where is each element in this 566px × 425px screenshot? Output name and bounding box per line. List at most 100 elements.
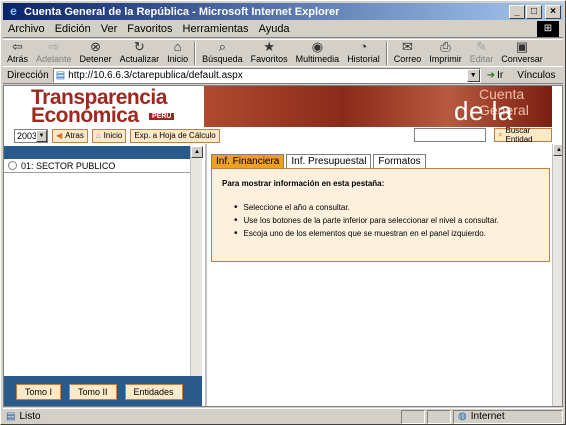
forward-arrow-icon: ⇨ — [48, 39, 60, 54]
zone-label: Internet — [470, 411, 505, 422]
export-label: Exp. a Hoja de Cálculo — [134, 131, 216, 140]
edit-label: Editar — [469, 54, 494, 64]
home-button[interactable]: ⌂ Inicio — [163, 40, 192, 66]
status-cell — [427, 409, 451, 424]
back-arrow-icon: ⇦ — [12, 39, 23, 54]
home-icon: ⌂ — [173, 39, 182, 54]
page-viewport: Transparencia Económica PERU Cuenta Gene… — [3, 85, 563, 407]
inicio-button[interactable]: ⌂ Inicio — [91, 128, 127, 143]
refresh-label: Actualizar — [119, 54, 160, 64]
tree-radio[interactable] — [8, 161, 17, 170]
tab-inf-presupuestal[interactable]: Inf. Presupuestal — [286, 154, 372, 168]
left-scrollbar[interactable]: ▲ — [190, 146, 203, 390]
stop-icon: ⊗ — [90, 39, 102, 54]
window-title: Cuenta General de la República - Microso… — [24, 5, 340, 18]
print-button[interactable]: ⎙ Imprimir — [425, 40, 466, 66]
status-text: ▤ Listo — [3, 411, 399, 422]
tomo-ii-button[interactable]: Tomo II — [69, 384, 117, 400]
mail-icon: ✉ — [402, 39, 413, 54]
left-panel-header — [4, 146, 190, 159]
tomo-i-button[interactable]: Tomo I — [16, 384, 62, 400]
scroll-up-icon[interactable]: ▲ — [553, 144, 562, 156]
close-button[interactable]: × — [545, 4, 561, 19]
inicio-label: Inicio — [103, 131, 123, 140]
history-button[interactable]: ◔ Historial — [343, 40, 384, 66]
site-banner: Transparencia Económica PERU Cuenta Gene… — [4, 86, 552, 127]
maximize-button[interactable]: □ — [526, 4, 542, 19]
tab-formatos[interactable]: Formatos — [373, 154, 426, 168]
links-button[interactable]: Vínculos — [517, 70, 555, 81]
search-entity-button[interactable]: ⌕ Buscar Entidad — [494, 126, 552, 144]
printer-icon: ⎙ — [440, 39, 451, 54]
tree-item[interactable]: 01: SECTOR PUBLICO — [4, 159, 190, 173]
left-panel-footer: Tomo I Tomo II Entidades — [4, 376, 202, 406]
export-button[interactable]: Exp. a Hoja de Cálculo — [130, 128, 220, 143]
scroll-up-icon[interactable]: ▲ — [191, 146, 203, 158]
favorites-icon: ★ — [263, 39, 275, 54]
search-button[interactable]: ⌕ Búsqueda — [198, 40, 247, 66]
menu-ayuda[interactable]: Ayuda — [254, 23, 295, 35]
go-label: Ir — [497, 69, 504, 81]
go-arrow-icon: ➜ — [486, 69, 496, 81]
brand-line2: Económica — [31, 104, 139, 127]
search-entity-label: Buscar Entidad — [505, 126, 533, 144]
back-button[interactable]: ⇦ Atrás — [3, 40, 32, 66]
menu-bar: Archivo Edición Ver Favoritos Herramient… — [3, 21, 563, 38]
address-input[interactable]: ▤ http://10.6.6.3/ctarepublica/default.a… — [52, 67, 481, 83]
mail-button[interactable]: ✉ Correo — [390, 40, 426, 66]
info-bullet: Seleccione el año a consultar. — [234, 202, 499, 213]
back-icon: ◀ — [56, 131, 63, 140]
menu-edicion[interactable]: Edición — [50, 23, 96, 35]
refresh-button[interactable]: ↻ Actualizar — [116, 40, 164, 66]
edit-button[interactable]: ✎ Editar — [466, 40, 498, 66]
status-label: Listo — [19, 411, 41, 422]
tab-strip: Inf. Financiera Inf. Presupuestal Format… — [211, 154, 428, 168]
search-label: Búsqueda — [202, 54, 243, 64]
entity-search-input[interactable] — [414, 128, 486, 142]
multimedia-icon: ◉ — [311, 39, 324, 54]
banner-header: Cuenta General de la República — [204, 86, 552, 127]
menu-favoritos[interactable]: Favoritos — [122, 23, 177, 35]
multimedia-label: Multimedia — [295, 54, 340, 64]
page-status-icon: ▤ — [6, 411, 16, 422]
home-label: Inicio — [167, 54, 189, 64]
title-bar: e Cuenta General de la República - Micro… — [3, 3, 563, 20]
info-list: Seleccione el año a consultar. Use los b… — [234, 202, 499, 241]
control-row: 2003 ▼ ◀ Atras ⌂ Inicio Exp. a Hoja de C… — [4, 126, 552, 144]
entidades-button[interactable]: Entidades — [124, 384, 183, 400]
atras-button[interactable]: ◀ Atras — [52, 128, 88, 143]
status-cell — [401, 409, 425, 424]
menu-ver[interactable]: Ver — [96, 23, 123, 35]
globe-icon: ◍ — [458, 411, 467, 422]
favorites-label: Favoritos — [250, 54, 288, 64]
menu-herramientas[interactable]: Herramientas — [178, 23, 254, 35]
security-zone: ◍ Internet — [453, 409, 563, 424]
menu-archivo[interactable]: Archivo — [3, 23, 50, 35]
minimize-button[interactable]: _ — [509, 4, 525, 19]
address-bar: Dirección ▤ http://10.6.6.3/ctarepublica… — [3, 66, 563, 84]
tree-item-label: 01: SECTOR PUBLICO — [21, 160, 116, 171]
address-label: Dirección — [7, 69, 49, 81]
page-icon: ▤ — [55, 69, 66, 81]
chevron-down-icon: ▼ — [36, 129, 47, 142]
brand-badge: PERU — [149, 113, 175, 120]
history-icon: ◔ — [359, 39, 368, 54]
address-dropdown-icon[interactable]: ▼ — [466, 68, 480, 82]
favorites-button[interactable]: ★ Favoritos — [247, 40, 292, 66]
year-select[interactable]: 2003 ▼ — [14, 128, 48, 143]
tab-inf-financiera[interactable]: Inf. Financiera — [211, 154, 285, 168]
ie-logo-icon: e — [10, 4, 17, 18]
print-label: Imprimir — [429, 54, 462, 64]
stop-button[interactable]: ⊗ Detener — [76, 40, 116, 66]
back-label: Atrás — [7, 54, 29, 64]
address-url: http://10.6.6.3/ctarepublica/default.asp… — [68, 69, 243, 81]
toolbar: ⇦ Atrás ⇨ Adelante ⊗ Detener ↻ Actualiza… — [3, 39, 563, 65]
toolbar-separator — [385, 41, 388, 65]
left-panel: 01: SECTOR PUBLICO ▲ Tomo I Tomo II Enti… — [4, 144, 203, 406]
forward-button[interactable]: ⇨ Adelante — [32, 40, 76, 66]
main-scrollbar[interactable]: ▲ — [552, 144, 562, 406]
atras-label: Atras — [65, 131, 84, 140]
discuss-button[interactable]: ▣ Conversar — [497, 40, 547, 66]
go-button[interactable]: ➜ Ir — [487, 70, 504, 81]
multimedia-button[interactable]: ◉ Multimedia — [292, 40, 344, 66]
